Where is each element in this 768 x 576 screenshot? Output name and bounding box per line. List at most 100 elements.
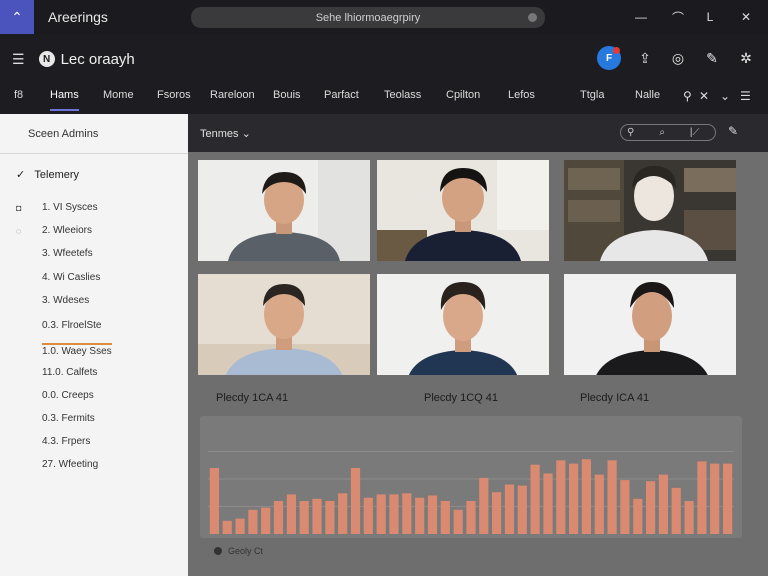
chart-bar	[479, 477, 489, 534]
sidebar: Sceen Admins ✓ Telemery ◘ ◌ 1. VI Sysces…	[0, 114, 188, 576]
chart-legend: Geoly Ct	[214, 546, 263, 556]
sidebar-header: Sceen Admins	[0, 114, 188, 154]
video-tile[interactable]	[564, 160, 736, 261]
search-icon[interactable]: ⚲	[683, 89, 692, 103]
notification-badge	[613, 47, 620, 54]
participant-photo	[198, 160, 370, 261]
sidebar-item[interactable]: 1.0. Waey Sses	[42, 343, 112, 357]
chart-bar	[415, 497, 425, 534]
video-tile[interactable]	[198, 274, 370, 375]
chart-bar	[581, 459, 591, 534]
edit-icon[interactable]: ✎	[728, 124, 738, 138]
tab-fsoros[interactable]: Fsoros	[157, 89, 191, 111]
workspace-logo: N	[38, 51, 55, 67]
chart-bar	[286, 494, 296, 534]
tab-rareloon[interactable]: Rareloon	[210, 89, 255, 111]
sidebar-item[interactable]: 27. Wfeeting	[42, 459, 98, 470]
search-placeholder: Sehe lhiormoaegrpiry	[315, 11, 421, 24]
chart-bar	[248, 509, 258, 534]
main-panel: Tenmes ⌄ ⚲ ⌕ |⟋ ✎ Plecdy 1CA 41 Plecdy 1…	[188, 114, 768, 576]
chevron-down-icon[interactable]: ⌄	[720, 89, 730, 103]
chart-bar	[209, 468, 219, 534]
legend-label: Geoly Ct	[228, 546, 264, 556]
menu-icon[interactable]: ☰	[740, 89, 751, 103]
tab-mome[interactable]: Mome	[103, 89, 134, 111]
video-tile[interactable]	[377, 274, 549, 375]
tile-caption: Plecdy 1CA 41	[216, 392, 289, 404]
bar-chart	[200, 416, 742, 538]
chart-bar	[723, 463, 733, 534]
tab-ttgla[interactable]: Ttgla	[580, 89, 604, 111]
tab-lefos[interactable]: Lefos	[508, 89, 535, 111]
chart-bar	[646, 481, 656, 534]
chart-bar	[235, 518, 245, 534]
chart-bar	[684, 501, 694, 534]
tab-nalle[interactable]: Nalle	[635, 89, 660, 111]
share-icon[interactable]: ⇪	[633, 46, 657, 70]
chart-bar	[273, 501, 284, 534]
window-title: Areerings	[48, 9, 108, 25]
chart-bar	[607, 460, 617, 534]
chart-bar	[440, 501, 450, 534]
user-avatar[interactable]: F	[597, 46, 621, 70]
tab-parfact[interactable]: Parfact	[324, 89, 359, 111]
chart-bar	[389, 494, 399, 534]
close-button[interactable]: ✕	[731, 0, 761, 34]
chart-bar	[697, 461, 707, 534]
chart-bar	[620, 480, 630, 534]
main-title-label: Tenmes	[200, 128, 239, 140]
main-title[interactable]: Tenmes ⌄	[200, 127, 251, 140]
participant-photo	[564, 274, 736, 375]
sidebar-item[interactable]: 0.3. Fermits	[42, 413, 95, 424]
chart-bar	[453, 509, 463, 534]
search-input[interactable]: Sehe lhiormoaegrpiry	[191, 7, 545, 28]
sidebar-item[interactable]: 0.0. Creeps	[42, 390, 94, 401]
tab-home-icon[interactable]: f8	[14, 89, 23, 111]
sidebar-item[interactable]: 2. Wleeiors	[42, 225, 92, 236]
participant-photo	[377, 160, 549, 261]
video-tile[interactable]	[377, 160, 549, 261]
sidebar-item[interactable]: 4. Wi Caslies	[42, 272, 100, 283]
tab-teolass[interactable]: Teolass	[384, 89, 421, 111]
chart-bar	[350, 468, 361, 534]
tab-hams[interactable]: Hams	[50, 89, 79, 111]
tab-cpilton[interactable]: Cpilton	[446, 89, 480, 111]
sidebar-item[interactable]: 3. Wfeetefs	[42, 248, 93, 259]
options-icon[interactable]: ⌒	[663, 0, 693, 34]
hamburger-menu-icon[interactable]: ☰	[12, 51, 25, 68]
sidebar-item[interactable]: 11.0. Calfets	[42, 367, 97, 378]
chat-icon[interactable]: ◎	[666, 46, 690, 70]
video-tile[interactable]	[198, 160, 370, 261]
chart-bar	[556, 460, 566, 534]
bullet-icon: ◌	[16, 226, 22, 236]
chart-bar	[543, 473, 553, 534]
grid-icon[interactable]: ⌃	[0, 0, 34, 34]
chart-bar	[261, 507, 271, 534]
sidebar-group-label: Telemery	[34, 169, 80, 181]
sidebar-item[interactable]: 3. Wdeses	[42, 295, 89, 306]
sidebar-group-telemery[interactable]: ✓ Telemery	[16, 168, 79, 181]
video-tile[interactable]	[564, 274, 736, 375]
more-icon[interactable]: ✕	[699, 89, 709, 103]
avatar-initial: F	[605, 52, 613, 64]
bullet-icon: ◘	[16, 203, 22, 213]
chart-bar	[633, 498, 643, 534]
filter-input[interactable]: ⚲ ⌕ |⟋	[620, 124, 716, 141]
minimize-button[interactable]: —	[626, 0, 656, 34]
chart-bar	[517, 485, 527, 534]
sidebar-item[interactable]: 1. VI Sysces	[42, 202, 98, 213]
search-icon[interactable]	[528, 13, 537, 22]
tab-bar: f8 Hams Mome Fsoros Rareloon Bouis Parfa…	[0, 84, 768, 114]
restore-button[interactable]: L	[695, 0, 725, 34]
sidebar-item[interactable]: 0.3. FlroelSte	[42, 320, 101, 331]
chart-bar	[299, 501, 309, 534]
sidebar-item[interactable]: 4.3. Frpers	[42, 436, 90, 447]
participant-photo	[198, 274, 370, 375]
edit-icon[interactable]: ✎	[700, 46, 724, 70]
settings-icon[interactable]: ✲	[734, 46, 758, 70]
chart-bar	[427, 495, 438, 534]
chart-bar	[466, 501, 476, 534]
tab-bouis[interactable]: Bouis	[273, 89, 301, 111]
chart-bar	[338, 493, 348, 534]
chart-bar	[492, 492, 502, 534]
